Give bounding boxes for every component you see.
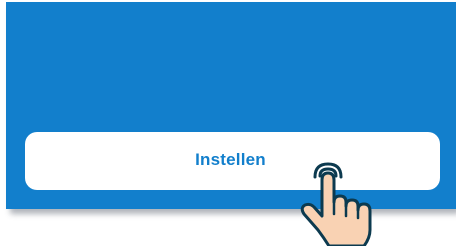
instellen-button-label: Instellen — [195, 150, 266, 169]
hand-pointer-tap-icon — [300, 162, 372, 246]
app-canvas: Instellen — [0, 0, 456, 246]
